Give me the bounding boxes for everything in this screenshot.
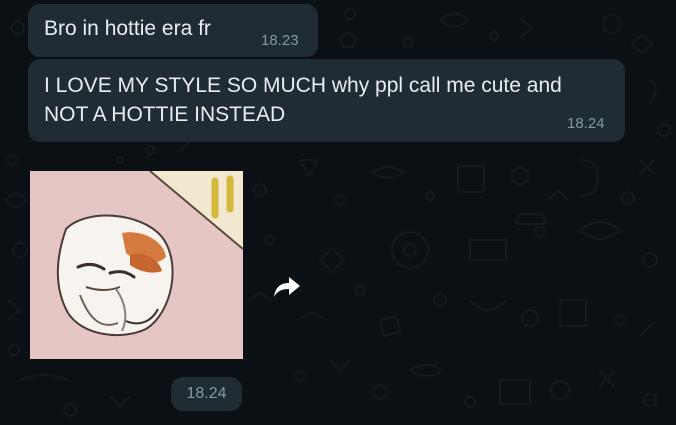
sticker-timestamp-pill: 18.24 (171, 377, 242, 411)
forward-arrow-icon (274, 277, 300, 297)
message-timestamp: 18.23 (261, 32, 299, 49)
message-timestamp: 18.24 (567, 115, 605, 132)
hamster-meme-sticker (30, 171, 243, 359)
message-text: I LOVE MY STYLE SO MUCH why ppl call me … (44, 74, 562, 126)
sticker-message[interactable] (30, 171, 243, 359)
sticker-timestamp: 18.24 (186, 385, 227, 402)
message-bubble-incoming[interactable]: Bro in hottie era fr 18.23 (28, 4, 318, 57)
message-text: Bro in hottie era fr (44, 17, 211, 40)
forward-button[interactable] (268, 268, 306, 306)
message-bubble-incoming[interactable]: I LOVE MY STYLE SO MUCH why ppl call me … (28, 59, 625, 142)
